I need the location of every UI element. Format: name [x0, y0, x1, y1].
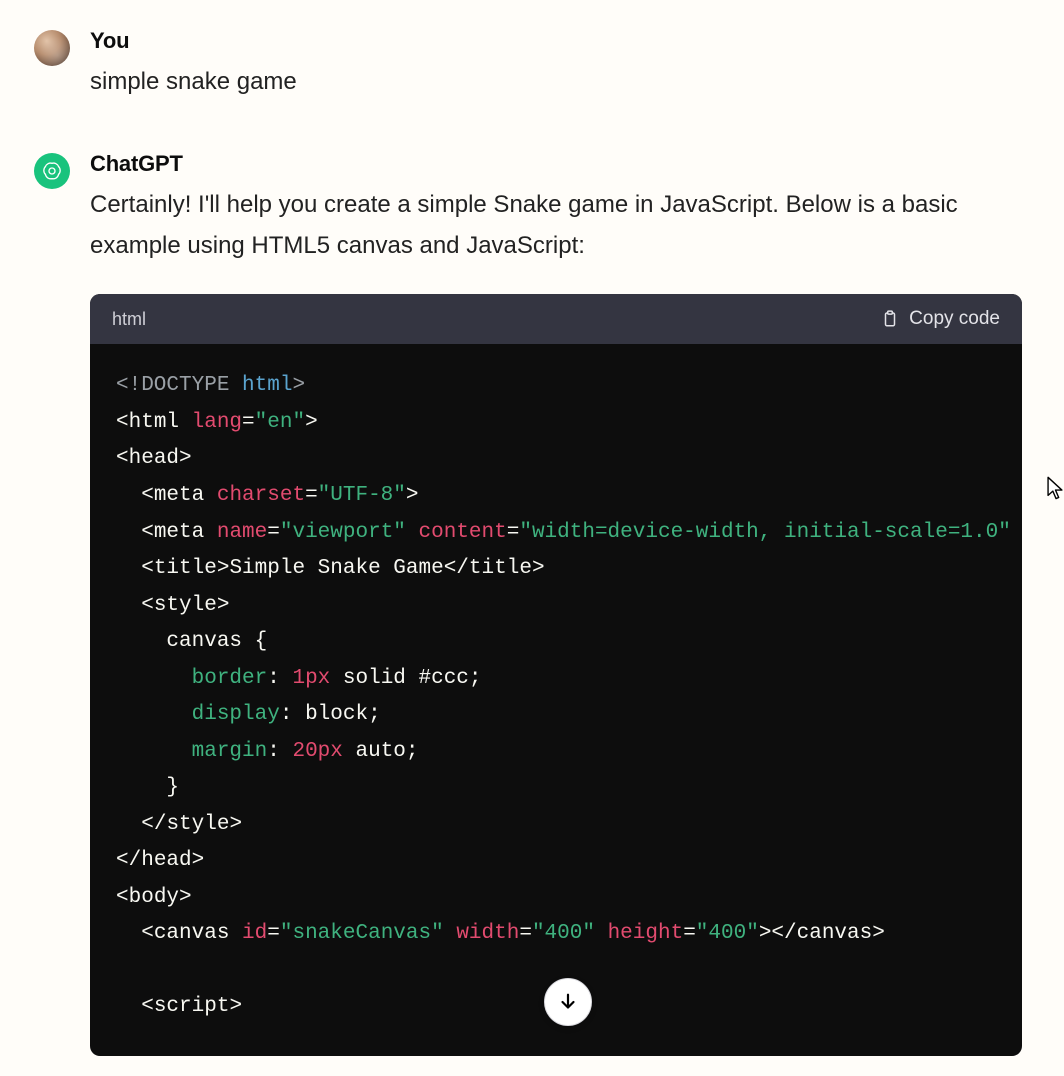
user-name: You — [90, 28, 1030, 54]
code-block: html Copy code <!DOCTYPE html> <html lan… — [90, 294, 1022, 1056]
assistant-avatar — [34, 153, 70, 189]
assistant-name: ChatGPT — [90, 151, 1030, 177]
clipboard-icon — [881, 309, 899, 329]
copy-code-label: Copy code — [909, 308, 1000, 330]
chat-thread: You simple snake game ChatGPT Certainly!… — [0, 0, 1064, 1056]
code-content[interactable]: <!DOCTYPE html> <html lang="en"> <head> … — [90, 344, 1022, 1056]
code-block-header: html Copy code — [90, 294, 1022, 344]
user-avatar — [34, 30, 70, 66]
arrow-down-icon — [557, 991, 579, 1013]
assistant-message-body: ChatGPT Certainly! I'll help you create … — [90, 151, 1030, 1056]
user-message-body: You simple snake game — [90, 28, 1030, 103]
user-message: You simple snake game — [34, 28, 1030, 103]
code-language-label: html — [112, 309, 146, 330]
chatgpt-logo-icon — [41, 160, 63, 182]
user-text: simple snake game — [90, 62, 1030, 103]
assistant-text: Certainly! I'll help you create a simple… — [90, 185, 1030, 267]
scroll-to-bottom-button[interactable] — [544, 978, 592, 1026]
copy-code-button[interactable]: Copy code — [881, 308, 1000, 330]
assistant-message: ChatGPT Certainly! I'll help you create … — [34, 151, 1030, 1056]
